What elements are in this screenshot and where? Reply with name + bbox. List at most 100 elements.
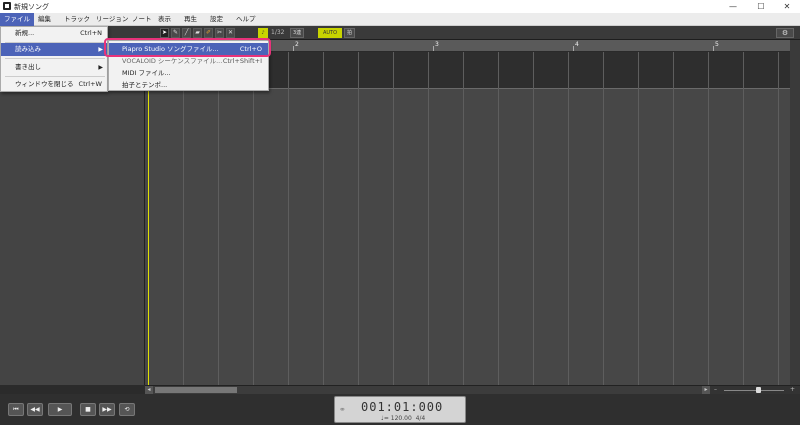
grid-line: [638, 52, 639, 385]
line-tool-icon[interactable]: ╱: [182, 28, 191, 38]
grid-line: [288, 52, 289, 385]
pointer-tool-icon[interactable]: ➤: [160, 28, 169, 38]
horizontal-scrollbar[interactable]: ◂ ▸: [145, 385, 710, 394]
eraser-tool-icon[interactable]: ▰: [193, 28, 202, 38]
submenu-arrow-icon: ▶: [98, 64, 103, 71]
maximize-button[interactable]: ☐: [748, 0, 774, 13]
zoom-control: – +: [710, 385, 800, 394]
grid-line: [778, 52, 779, 385]
menu-item-label: 読み込み: [15, 45, 41, 53]
ruler-label: 3: [435, 41, 439, 48]
file-menu: 新規... Ctrl+N 読み込み ▶ 書き出し ▶ ウィンドウを閉じる Ctr…: [0, 26, 108, 92]
transport-bar: ⏮ ◀◀ ▶ ■ ▶▶ ⟲ ⚭ 001:01:000 ♩= 120.00 4/4: [0, 394, 800, 425]
menu-track[interactable]: トラック: [60, 13, 94, 26]
title-bar: 新規ソング — ☐ ✕: [0, 0, 800, 13]
play-icon[interactable]: ▶: [48, 403, 72, 416]
ruler-label: 2: [295, 41, 299, 48]
menu-note[interactable]: ノート: [128, 13, 156, 26]
quantize-toggle[interactable]: ♪: [258, 28, 268, 38]
grid-line: [568, 52, 569, 385]
menu-separator: [5, 76, 105, 77]
menu-bar: ファイル 編集 トラック リージョン ノート 表示 再生 設定 ヘルプ: [0, 13, 800, 26]
menu-view[interactable]: 表示: [154, 13, 175, 26]
submenu-item-time-signature-tempo[interactable]: 拍子とテンポ...: [109, 79, 268, 91]
app-icon: [3, 2, 11, 10]
link-icon[interactable]: ⚭: [339, 405, 346, 414]
grid-line: [358, 52, 359, 385]
menu-item-import[interactable]: 読み込み ▶: [1, 43, 107, 56]
menu-item-label: 書き出し: [15, 63, 41, 71]
triplet-dropdown[interactable]: 3連: [290, 28, 305, 38]
scissors-tool-icon[interactable]: ✂: [215, 28, 224, 38]
grid-line: [463, 52, 464, 385]
zoom-in-icon[interactable]: +: [790, 386, 795, 394]
pencil-tool-icon[interactable]: ✎: [171, 28, 180, 38]
menu-item-label: 新規...: [15, 29, 35, 37]
grid-line: [253, 52, 254, 385]
close-button[interactable]: ✕: [774, 0, 800, 13]
grid-line: [218, 52, 219, 385]
menu-item-label: ウィンドウを閉じる: [15, 80, 74, 88]
menu-region[interactable]: リージョン: [92, 13, 132, 26]
time-position: 001:01:000: [361, 400, 444, 414]
menu-item-label: MIDI ファイル...: [122, 69, 171, 77]
grid-line: [708, 52, 709, 385]
grid-line: [183, 52, 184, 385]
menu-item-new[interactable]: 新規... Ctrl+N: [1, 27, 107, 40]
quantize-value: 1/32: [271, 29, 285, 36]
menu-help[interactable]: ヘルプ: [232, 13, 260, 26]
grid-line: [603, 52, 604, 385]
tempo-value[interactable]: ♩= 120.00: [381, 415, 412, 422]
brush-tool-icon[interactable]: ✐: [204, 28, 213, 38]
menu-file[interactable]: ファイル: [0, 13, 34, 26]
menu-item-shortcut: Ctrl+W: [78, 80, 102, 88]
menu-edit[interactable]: 編集: [34, 13, 55, 26]
menu-item-label: 拍子とテンポ...: [122, 81, 168, 89]
submenu-arrow-icon: ▶: [98, 46, 103, 53]
ruler-tick: [293, 46, 294, 51]
grid-line: [393, 52, 394, 385]
scroll-right-icon[interactable]: ▸: [702, 386, 710, 394]
time-display: ⚭ 001:01:000 ♩= 120.00 4/4: [334, 396, 466, 423]
highlight-annotation: [104, 38, 271, 57]
menu-item-export[interactable]: 書き出し ▶: [1, 61, 107, 74]
rewind-icon[interactable]: ◀◀: [27, 403, 43, 416]
zoom-slider[interactable]: [724, 390, 784, 391]
menu-separator: [5, 58, 105, 59]
time-signature[interactable]: 4/4: [416, 415, 426, 422]
grid-line: [743, 52, 744, 385]
grid-line: [498, 52, 499, 385]
ruler-tick: [433, 46, 434, 51]
auto-mode-button[interactable]: AUTO: [318, 28, 342, 38]
menu-settings[interactable]: 設定: [206, 13, 227, 26]
settings-gear-icon[interactable]: ⚙: [776, 28, 794, 38]
scroll-left-icon[interactable]: ◂: [145, 386, 153, 394]
ruler-tick: [713, 46, 714, 51]
ruler-label: 4: [575, 41, 579, 48]
ruler-label: 5: [715, 41, 719, 48]
menu-item-close-window[interactable]: ウィンドウを閉じる Ctrl+W: [1, 78, 107, 91]
close-tool-icon[interactable]: ✕: [226, 28, 235, 38]
zoom-out-icon[interactable]: –: [714, 386, 717, 394]
scroll-thumb[interactable]: [155, 387, 237, 393]
go-to-start-icon[interactable]: ⏮: [8, 403, 24, 416]
grid-line: [673, 52, 674, 385]
grid-line: [323, 52, 324, 385]
window-title: 新規ソング: [14, 3, 49, 11]
ruler-tick: [573, 46, 574, 51]
arrange-grid[interactable]: [145, 52, 790, 385]
menu-playback[interactable]: 再生: [180, 13, 201, 26]
loop-icon[interactable]: ⟲: [119, 403, 135, 416]
grid-line: [428, 52, 429, 385]
menu-item-shortcut: Ctrl+N: [80, 29, 102, 37]
zoom-slider-knob[interactable]: [756, 387, 761, 393]
stop-icon[interactable]: ■: [80, 403, 96, 416]
tempo-readout: ♩= 120.00 4/4: [381, 415, 425, 422]
grid-line: [533, 52, 534, 385]
playhead[interactable]: [148, 52, 149, 385]
fast-forward-icon[interactable]: ▶▶: [99, 403, 115, 416]
submenu-item-midi-file[interactable]: MIDI ファイル...: [109, 67, 268, 79]
minimize-button[interactable]: —: [720, 0, 746, 13]
vertical-scrollbar[interactable]: [790, 40, 800, 385]
mode-dropdown[interactable]: 拍: [344, 28, 356, 38]
